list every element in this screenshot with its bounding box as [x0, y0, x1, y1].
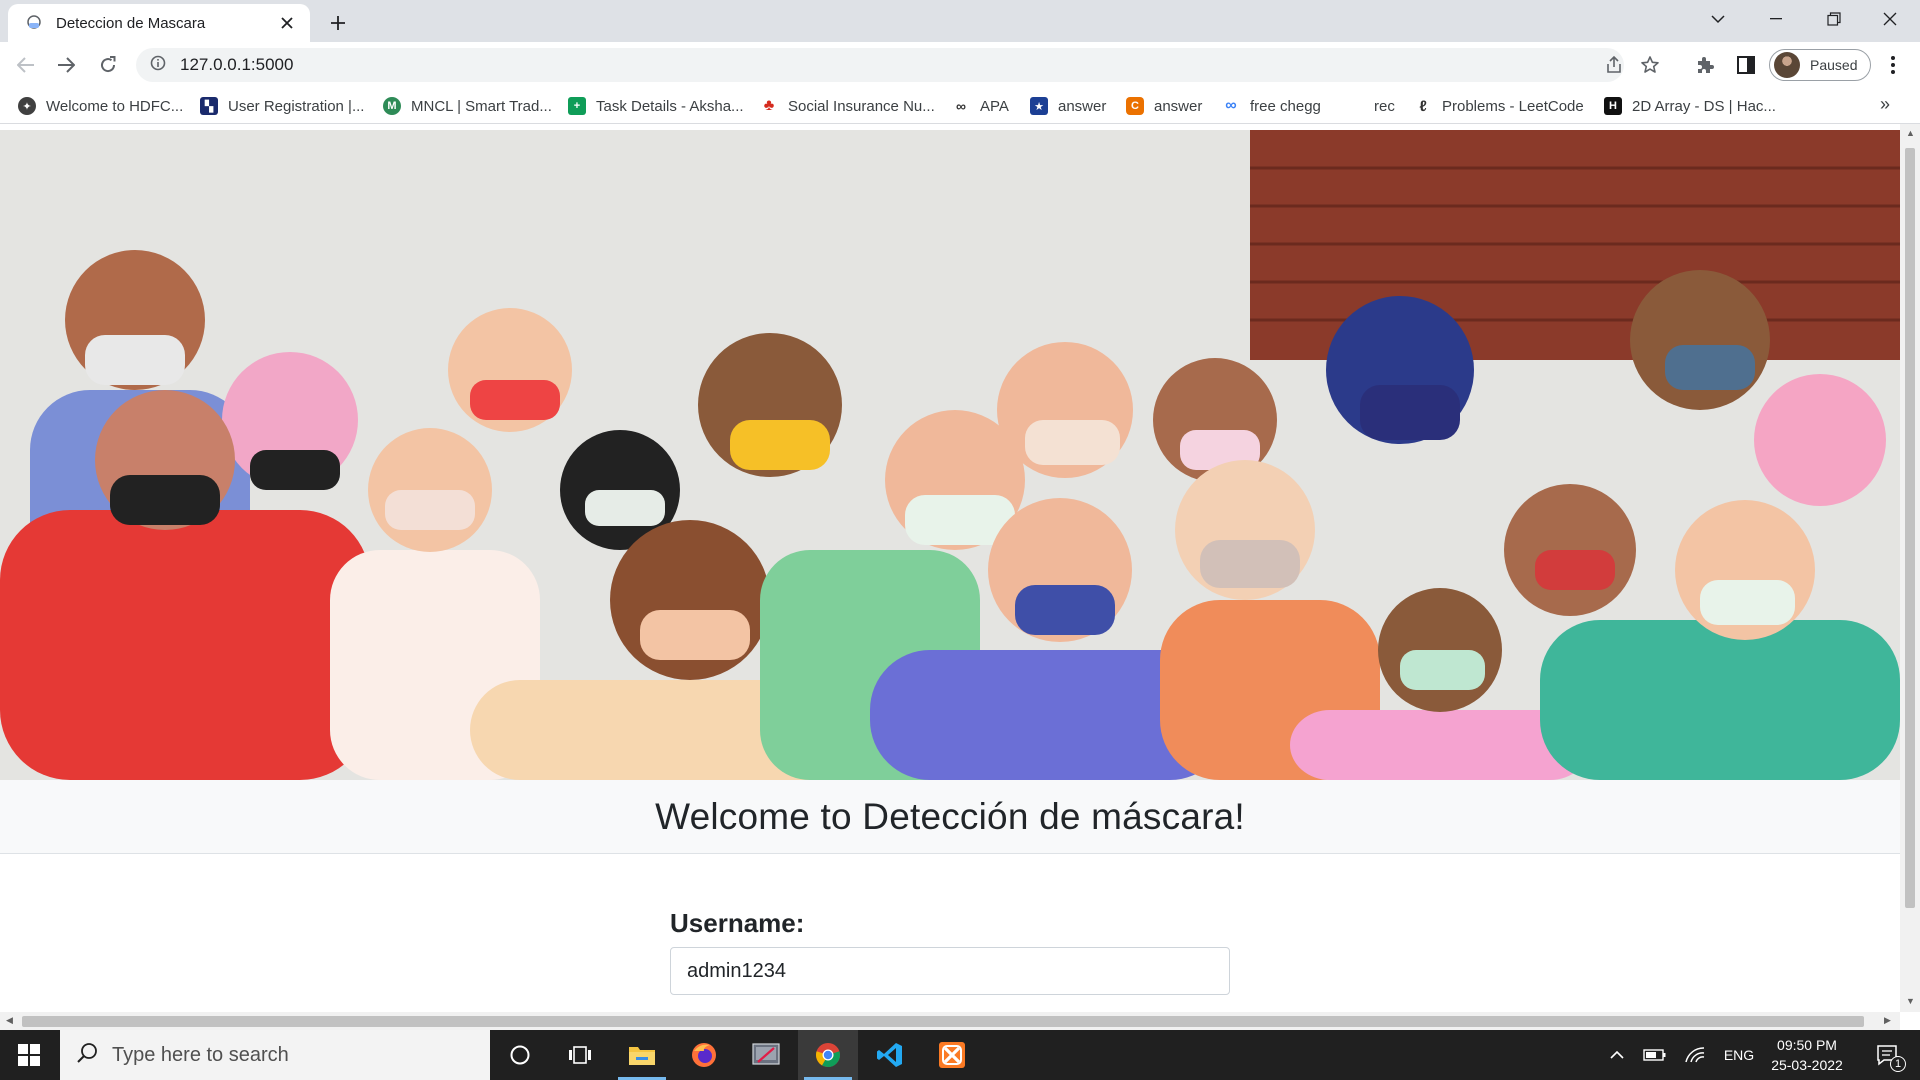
bookmark-item[interactable]: rec [1374, 95, 1395, 117]
chrome-icon[interactable] [798, 1030, 858, 1080]
notification-center-icon[interactable]: 1 [1862, 1030, 1912, 1080]
bookmark-item[interactable]: H 2D Array - DS | Hac... [1604, 95, 1776, 117]
profile-status-label: Paused [1810, 57, 1858, 73]
horizontal-scrollbar[interactable]: ◀ ▶ [0, 1012, 1900, 1030]
show-hidden-icons-chevron-icon[interactable] [1602, 1030, 1632, 1080]
wifi-icon[interactable] [1678, 1030, 1712, 1080]
language-indicator[interactable]: ENG [1716, 1030, 1762, 1080]
restore-window-icon[interactable] [1806, 0, 1862, 38]
bookmark-item[interactable]: ♣ Social Insurance Nu... [760, 95, 935, 117]
bookmark-item[interactable]: ℓ Problems - LeetCode [1414, 95, 1583, 117]
apa-icon: ∞ [956, 98, 966, 114]
hackerrank-icon: H [1604, 97, 1622, 115]
address-bar[interactable]: 127.0.0.1:5000 [136, 48, 1659, 82]
forward-arrow-icon[interactable] [50, 49, 82, 81]
side-panel-icon[interactable] [1733, 52, 1759, 78]
horizontal-scroll-thumb[interactable] [22, 1016, 1864, 1027]
browser-tab[interactable]: Deteccion de Mascara [8, 4, 310, 42]
new-tab-button[interactable] [324, 9, 352, 37]
login-form: Username: [670, 908, 1230, 995]
bookmark-item[interactable]: C answer [1126, 95, 1202, 117]
system-clock[interactable]: 09:50 PM 25-03-2022 [1762, 1035, 1852, 1075]
clock-time: 09:50 PM [1777, 1037, 1837, 1053]
more-menu-icon[interactable] [1880, 52, 1906, 78]
windows-taskbar: Type here to search ENG 09:50 PM 25-03-2… [0, 1030, 1920, 1080]
profile-button[interactable]: Paused [1769, 49, 1871, 81]
close-tab-icon[interactable] [276, 12, 298, 34]
reload-icon[interactable] [92, 49, 124, 81]
tab-title: Deteccion de Mascara [56, 14, 206, 32]
site-info-icon[interactable] [150, 55, 166, 76]
hero-illustration [0, 130, 1900, 780]
task-view-icon[interactable] [550, 1030, 610, 1080]
close-window-icon[interactable] [1862, 0, 1918, 38]
username-label: Username: [670, 908, 805, 938]
scroll-down-arrow-icon[interactable]: ▼ [1906, 996, 1915, 1006]
cortana-icon[interactable] [490, 1030, 550, 1080]
extensions-puzzle-icon[interactable] [1692, 52, 1718, 78]
bookmark-item[interactable]: ✦ Welcome to HDFC... [18, 95, 183, 117]
search-placeholder: Type here to search [112, 1043, 289, 1066]
bookmark-star-icon[interactable] [1638, 53, 1662, 77]
tab-search-chevron-icon[interactable] [1690, 0, 1746, 38]
notification-count-badge: 1 [1890, 1056, 1906, 1072]
share-icon[interactable] [1602, 53, 1626, 77]
vertical-scroll-thumb[interactable] [1905, 148, 1915, 908]
bookmark-item[interactable]: ∞ free chegg [1222, 95, 1321, 117]
infinity-icon: ∞ [1225, 97, 1237, 114]
snipping-tool-icon[interactable] [736, 1030, 796, 1080]
more-bookmarks-chevron-icon[interactable]: » [1880, 94, 1890, 115]
vscode-icon[interactable] [860, 1030, 920, 1080]
scroll-left-arrow-icon[interactable]: ◀ [6, 1015, 13, 1026]
vertical-scrollbar[interactable]: ▲ ▼ [1900, 124, 1920, 1012]
tab-strip: Deteccion de Mascara [0, 0, 1920, 42]
windows-start-icon[interactable] [0, 1030, 58, 1080]
bookmark-item[interactable]: ★ answer [1030, 95, 1106, 117]
mncl-icon: M [383, 97, 401, 115]
search-icon [76, 1042, 98, 1069]
bookmarks-bar: ✦ Welcome to HDFC... ▚ User Registration… [0, 88, 1920, 124]
url-text[interactable]: 127.0.0.1:5000 [180, 55, 293, 75]
bookmark-item[interactable]: + Task Details - Aksha... [568, 95, 744, 117]
scroll-right-arrow-icon[interactable]: ▶ [1884, 1015, 1891, 1026]
bookmark-item[interactable]: M MNCL | Smart Trad... [383, 95, 552, 117]
hdfc-icon: ✦ [18, 97, 36, 115]
mask-favicon-icon [24, 13, 44, 33]
chegg-icon: C [1126, 97, 1144, 115]
firefox-icon[interactable] [674, 1030, 734, 1080]
welcome-banner: Welcome to Detección de máscara! [0, 780, 1900, 854]
registration-icon: ▚ [200, 97, 218, 115]
clock-date: 25-03-2022 [1771, 1057, 1843, 1073]
maple-leaf-icon: ♣ [763, 97, 775, 114]
xampp-icon[interactable] [922, 1030, 982, 1080]
avatar [1774, 52, 1800, 78]
bookmark-item[interactable]: ∞ APA [952, 95, 1009, 117]
sheets-icon: + [568, 97, 586, 115]
battery-icon[interactable] [1638, 1030, 1672, 1080]
minimize-window-icon[interactable] [1748, 0, 1804, 38]
leetcode-icon: ℓ [1419, 97, 1427, 115]
page-title: Welcome to Detección de máscara! [655, 795, 1245, 837]
taskbar-search-box[interactable]: Type here to search [60, 1030, 490, 1080]
bookmark-item[interactable]: ▚ User Registration |... [200, 95, 364, 117]
star-badge-icon: ★ [1030, 97, 1048, 115]
page-viewport: Welcome to Detección de máscara! Usernam… [0, 124, 1900, 1012]
scroll-up-arrow-icon[interactable]: ▲ [1906, 128, 1915, 138]
username-input[interactable] [670, 947, 1230, 995]
back-arrow-icon[interactable] [10, 49, 42, 81]
file-explorer-icon[interactable] [612, 1030, 672, 1080]
browser-toolbar: 127.0.0.1:5000 Paused [0, 42, 1920, 88]
